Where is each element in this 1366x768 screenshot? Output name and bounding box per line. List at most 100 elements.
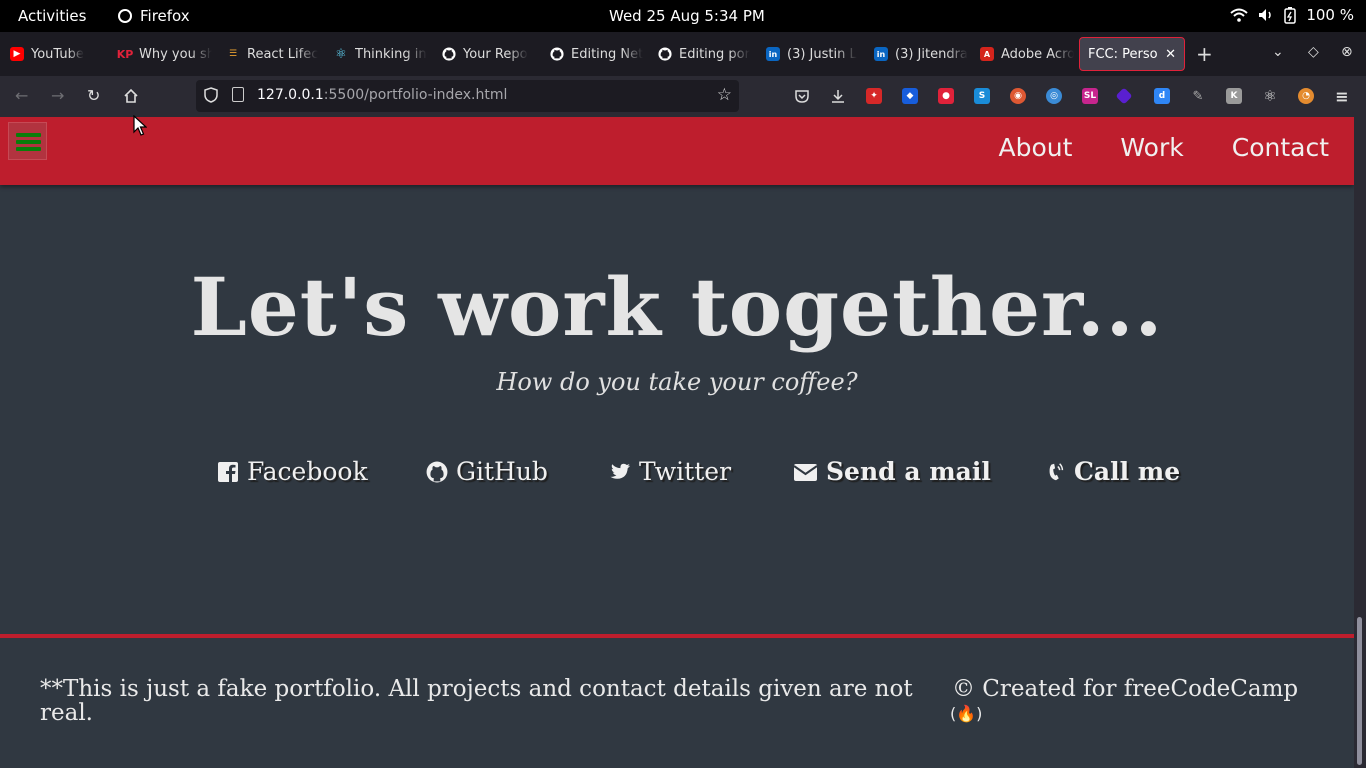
tab-label: React Lifec — [247, 46, 319, 62]
globe-extension-icon[interactable]: ◎ — [1046, 88, 1062, 104]
contact-subheading: How do you take your coffee? — [496, 368, 858, 396]
url-host: 127.0.0.1 — [257, 87, 324, 103]
nav-link-about[interactable]: About — [999, 133, 1073, 162]
diamond-icon[interactable]: ◇ — [1308, 44, 1319, 60]
tab-adobe-acrobat[interactable]: A Adobe Acro — [970, 37, 1074, 71]
scrollbar-thumb[interactable] — [1357, 617, 1362, 765]
hamburger-line — [16, 140, 41, 144]
call-me-label: Call me — [1074, 457, 1181, 486]
send-mail-link[interactable]: Send a mail — [793, 457, 991, 486]
shield-icon[interactable] — [204, 87, 218, 103]
github-icon — [426, 461, 448, 482]
contact-heading: Let's work together... — [190, 260, 1164, 354]
tab-justin-linkedin[interactable]: in (3) Justin L — [756, 37, 860, 71]
extension-wand-icon[interactable]: ✦ — [866, 88, 882, 104]
tab-why-you[interactable]: KP Why you sh — [108, 37, 212, 71]
tab-jitendra-linkedin[interactable]: in (3) Jitendra — [864, 37, 968, 71]
github-icon — [550, 47, 564, 61]
skype-style-s-icon[interactable]: S — [974, 88, 990, 104]
bitwarden-icon[interactable]: ◆ — [902, 88, 918, 104]
hamburger-line — [16, 133, 41, 137]
battery-icon — [1284, 7, 1297, 24]
disclaimer-text: **This is just a fake portfolio. All pro… — [40, 676, 913, 726]
page-viewport: About Work Contact Let's work together..… — [0, 117, 1354, 768]
lock-extension-icon[interactable]: ● — [938, 88, 954, 104]
list-all-tabs-icon[interactable]: ⌄ — [1272, 44, 1284, 60]
hamburger-menu-button[interactable] — [8, 122, 47, 160]
url-path: :5500/portfolio-index.html — [323, 87, 508, 103]
page-info-icon[interactable] — [232, 87, 244, 102]
home-icon[interactable] — [123, 88, 139, 104]
tab-your-repo[interactable]: Your Repo — [432, 37, 536, 71]
facebook-link[interactable]: Facebook — [217, 457, 368, 486]
tab-label: Thinking in — [355, 46, 427, 62]
tab-fcc-portfolio[interactable]: FCC: Person ✕ — [1079, 37, 1185, 71]
nav-link-contact[interactable]: Contact — [1232, 133, 1329, 162]
facebook-icon — [218, 461, 238, 482]
d-extension-icon[interactable]: d — [1154, 88, 1170, 104]
tab-label: Editing Net — [571, 46, 644, 62]
github-label: GitHub — [456, 457, 548, 486]
contact-links: Facebook GitHub Twitter Send a mail Call… — [0, 457, 1354, 497]
bookmark-star-icon[interactable]: ☆ — [717, 85, 732, 105]
system-top-bar: Activities Firefox Wed 25 Aug 5:34 PM 10… — [0, 0, 1366, 32]
envelope-icon — [793, 463, 818, 481]
battery-level: 100 % — [1306, 6, 1354, 24]
sl-extension-icon[interactable]: SL — [1082, 88, 1098, 104]
pocket-icon[interactable] — [794, 88, 810, 104]
tab-label: FCC: Person — [1088, 46, 1159, 62]
tab-thinking-in[interactable]: ⚛ Thinking in — [324, 37, 428, 71]
credit-text: © Created for freeCodeCamp — [952, 676, 1299, 702]
back-icon[interactable]: ← — [15, 86, 28, 105]
kp-icon: KP — [116, 47, 134, 61]
navigation-toolbar: ← → ↻ 127.0.0.1:5500/portfolio-index.htm… — [0, 76, 1366, 117]
freecodecamp-logo-icon[interactable]: (🔥) — [950, 704, 982, 723]
react-lifecycle-icon: ☰ — [228, 49, 238, 59]
tab-youtube[interactable]: ▶ YouTube — [0, 37, 105, 71]
pen-extension-icon[interactable]: ✎ — [1190, 88, 1206, 104]
app-menu[interactable]: Firefox — [118, 7, 190, 25]
react-devtools-icon[interactable]: ⚛ — [1262, 87, 1278, 105]
clock[interactable]: Wed 25 Aug 5:34 PM — [609, 7, 765, 25]
send-mail-label: Send a mail — [826, 457, 991, 486]
tab-label: Why you sh — [139, 46, 212, 62]
wifi-icon — [1230, 8, 1249, 22]
forward-icon[interactable]: → — [51, 86, 64, 105]
tab-strip: ▶ YouTube KP Why you sh ☰ React Lifec ⚛ … — [0, 32, 1366, 76]
k-extension-icon[interactable]: K — [1226, 88, 1242, 104]
nav-link-work[interactable]: Work — [1120, 133, 1183, 162]
tab-react-lifecycle[interactable]: ☰ React Lifec — [216, 37, 320, 71]
duckduckgo-icon[interactable]: ◉ — [1010, 88, 1026, 104]
tab-label: (3) Justin L — [787, 46, 857, 62]
close-window-icon[interactable]: ⊗ — [1341, 44, 1353, 60]
linkedin-icon: in — [874, 47, 888, 61]
tab-editing-por[interactable]: Editing por — [648, 37, 752, 71]
site-navbar: About Work Contact — [0, 117, 1354, 185]
github-icon — [442, 47, 456, 61]
twitter-link[interactable]: Twitter — [609, 457, 731, 486]
new-tab-button[interactable]: + — [1196, 42, 1213, 66]
hamburger-line — [16, 147, 41, 151]
tab-label: Adobe Acro — [1001, 46, 1074, 62]
github-link[interactable]: GitHub — [426, 457, 548, 486]
hamburger-menu-icon[interactable]: ≡ — [1334, 87, 1350, 106]
facebook-label: Facebook — [247, 457, 368, 486]
diamond-extension-icon[interactable] — [1115, 87, 1133, 105]
tab-editing-net[interactable]: Editing Net — [540, 37, 644, 71]
url-text[interactable]: 127.0.0.1:5500/portfolio-index.html — [257, 87, 507, 103]
tab-label: Editing por — [679, 46, 750, 62]
react-icon: ⚛ — [335, 46, 347, 62]
mouse-pointer-icon — [133, 115, 147, 136]
address-bar[interactable]: 127.0.0.1:5500/portfolio-index.html ☆ — [196, 80, 739, 112]
close-tab-icon[interactable]: ✕ — [1165, 47, 1176, 62]
system-tray[interactable]: 100 % — [1230, 6, 1354, 24]
acrobat-icon: A — [980, 47, 994, 61]
page-scrollbar[interactable] — [1354, 117, 1366, 768]
activities-button[interactable]: Activities — [18, 7, 86, 25]
reload-icon[interactable]: ↻ — [87, 86, 100, 105]
call-me-link[interactable]: Call me — [1046, 457, 1180, 486]
tab-label: Your Repo — [463, 46, 528, 62]
owl-extension-icon[interactable]: ◔ — [1298, 88, 1314, 104]
downloads-icon[interactable] — [830, 88, 846, 104]
app-name: Firefox — [140, 7, 190, 25]
